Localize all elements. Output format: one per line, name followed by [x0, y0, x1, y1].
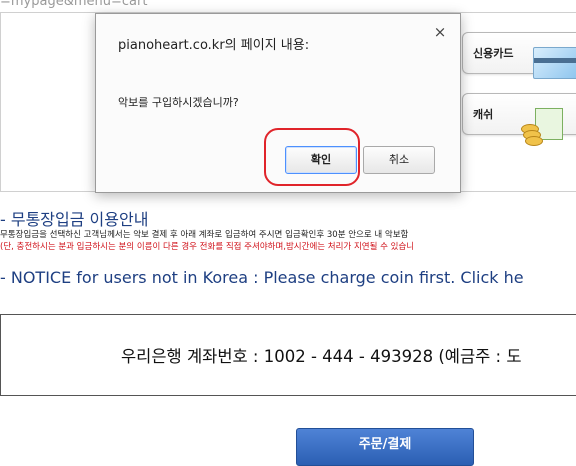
close-icon[interactable]: × — [432, 24, 448, 40]
dialog-title: pianoheart.co.kr의 페이지 내용: — [118, 38, 310, 53]
url-fragment: =mypage&menu=cart — [0, 0, 148, 9]
credit-card-button[interactable]: 신용카드 — [462, 32, 576, 79]
overseas-notice: - NOTICE for users not in Korea : Please… — [0, 268, 524, 287]
cancel-button[interactable]: 취소 — [363, 146, 435, 174]
bank-account-text: 우리은행 계좌번호 : 1002 - 444 - 493928 (예금주 : 도 — [121, 347, 522, 366]
cash-icon — [521, 108, 565, 146]
bank-transfer-description: 무통장입금을 선택하신 고객님께서는 악보 결제 후 아래 계좌로 입금하여 주… — [0, 230, 409, 240]
dialog-message: 악보를 구입하시겠습니까? — [118, 96, 239, 109]
bank-transfer-title: - 무통장입금 이용안내 — [0, 210, 149, 229]
cash-label: 캐쉬 — [473, 108, 494, 121]
credit-card-label: 신용카드 — [473, 47, 514, 60]
checkout-button[interactable]: 주문/결제 — [296, 428, 474, 466]
cash-button[interactable]: 캐쉬 — [462, 93, 576, 146]
bank-transfer-warning: (단, 충전하시는 분과 입금하시는 분의 이름이 다른 경우 전화를 직접 주… — [0, 242, 415, 252]
credit-card-icon — [533, 47, 576, 79]
bank-account-box: 우리은행 계좌번호 : 1002 - 444 - 493928 (예금주 : 도 — [0, 314, 576, 396]
confirm-highlight-circle — [264, 128, 360, 186]
